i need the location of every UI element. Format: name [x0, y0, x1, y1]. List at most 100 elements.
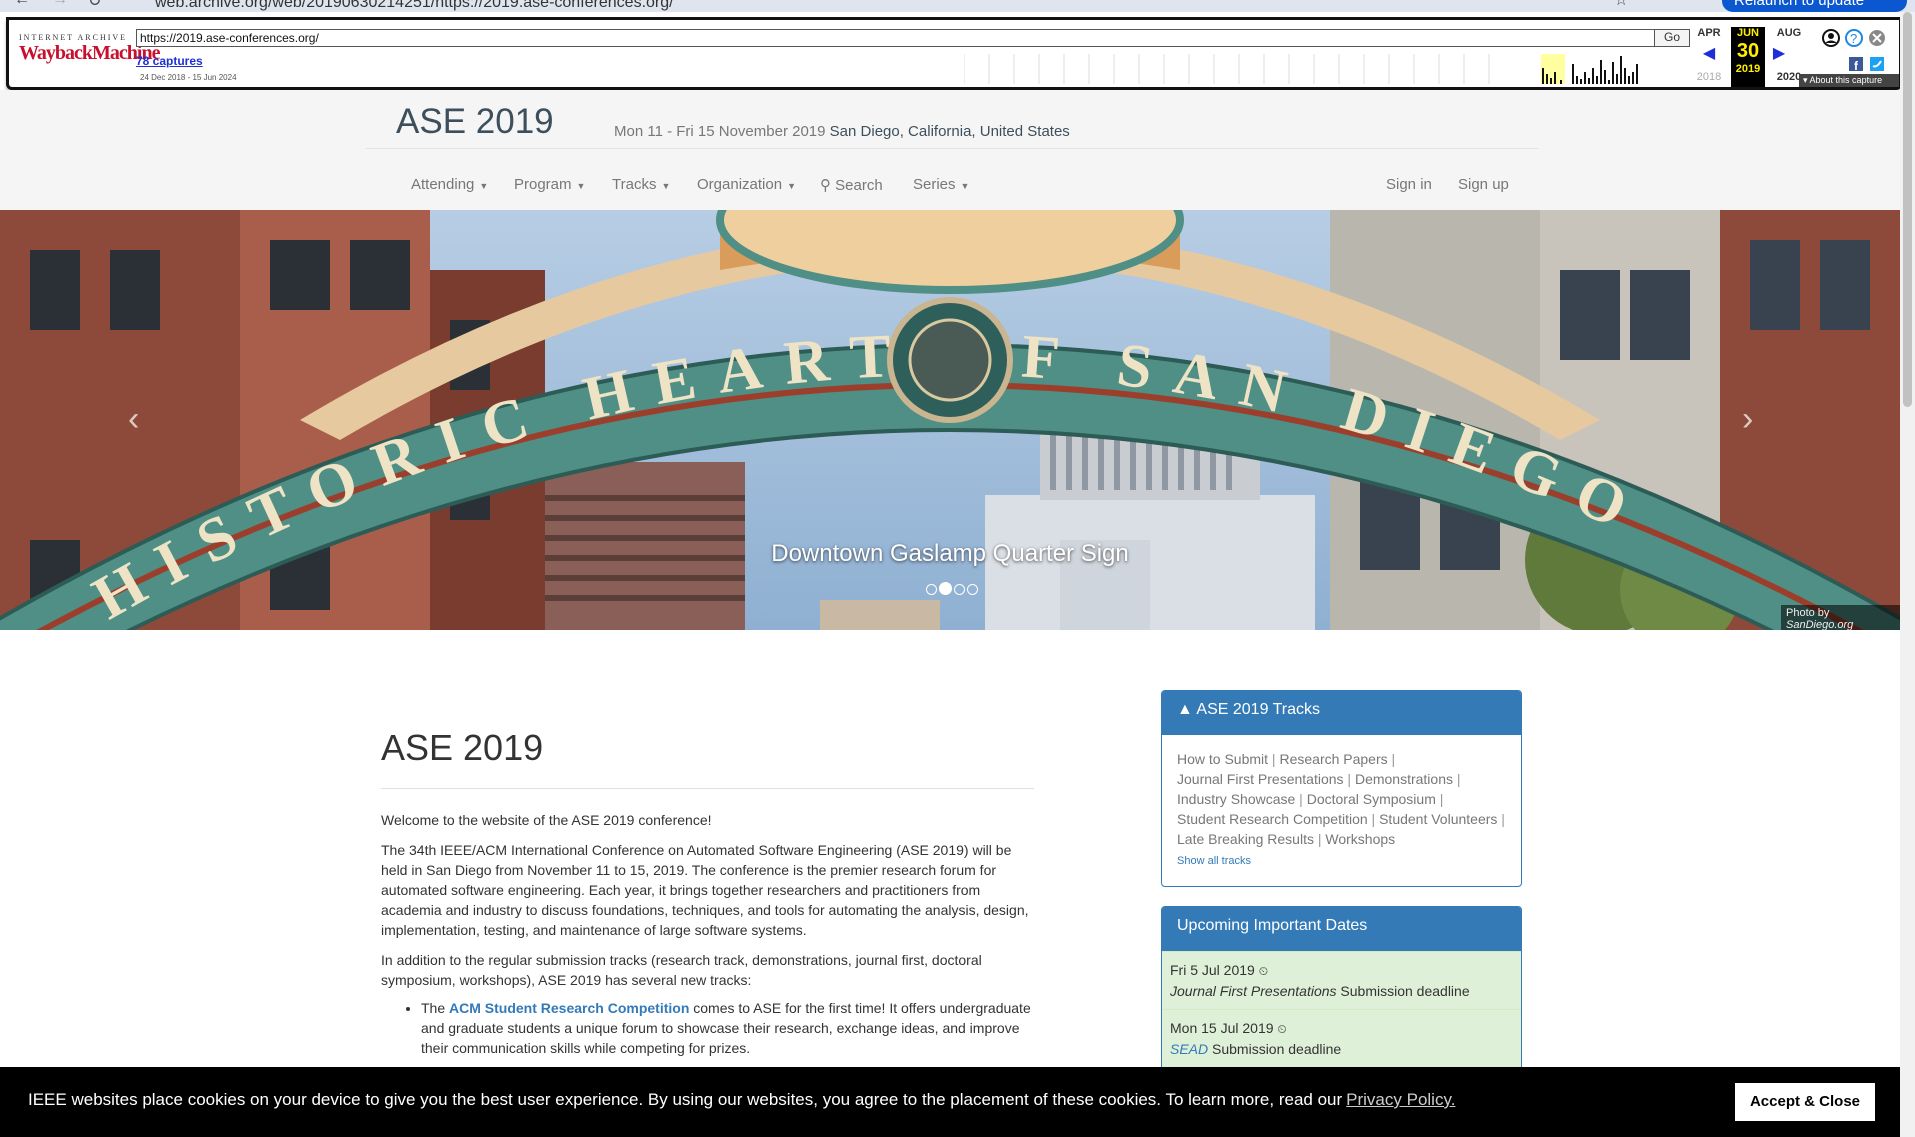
- track-link-doctoral-symposium[interactable]: Doctoral Symposium: [1307, 791, 1436, 807]
- dates-panel-header: Upcoming Important Dates: [1162, 907, 1521, 951]
- track-link-src[interactable]: Student Research Competition: [1177, 811, 1368, 827]
- reload-icon[interactable]: ↻: [88, 0, 101, 11]
- captures-link[interactable]: 78 captures: [136, 54, 203, 68]
- deadline-date: Mon 15 Jul 2019: [1170, 1020, 1274, 1036]
- welcome-text: Welcome to the website of the ASE 2019 c…: [381, 812, 712, 828]
- photo-credit-label: Photo by: [1786, 607, 1830, 619]
- scrollbar-thumb[interactable]: [1903, 12, 1912, 407]
- browser-toolbar: ← → ↻ web.archive.org/web/20190630214251…: [0, 0, 1915, 12]
- wayback-toolbar: INTERNET ARCHIVE WaybackMachine Go 78 ca…: [6, 17, 1902, 90]
- photo-credit: Photo by SanDiego.org: [1781, 605, 1900, 630]
- deadline-track-link[interactable]: SEAD: [1170, 1041, 1208, 1057]
- forward-arrow-icon[interactable]: →: [52, 0, 68, 9]
- deadline-label: Submission deadline: [1212, 1041, 1342, 1057]
- cookie-message-text: IEEE websites place cookies on your devi…: [28, 1090, 1343, 1109]
- acm-src-link[interactable]: ACM Student Research Competition: [449, 1000, 689, 1016]
- capture-sparkline[interactable]: [964, 54, 1684, 84]
- carousel-indicator[interactable]: [926, 584, 937, 595]
- carousel-prev-chevron-icon[interactable]: ‹: [128, 400, 139, 439]
- road-icon: ▲: [1177, 701, 1193, 718]
- nav-program-label: Program: [514, 176, 572, 193]
- cookie-banner: IEEE websites place cookies on your devi…: [0, 1067, 1900, 1137]
- nav-signup[interactable]: Sign up: [1458, 176, 1509, 193]
- about-capture-button[interactable]: ▾ About this capture: [1799, 74, 1899, 87]
- track-link-late-breaking[interactable]: Late Breaking Results: [1177, 831, 1314, 847]
- nav-attending[interactable]: Attending ▼: [411, 176, 488, 193]
- track-link-journal-first[interactable]: Journal First Presentations: [1177, 771, 1344, 787]
- track-link-demonstrations[interactable]: Demonstrations: [1355, 771, 1453, 787]
- site-title[interactable]: ASE 2019: [396, 102, 554, 142]
- track-link-industry-showcase[interactable]: Industry Showcase: [1177, 791, 1295, 807]
- conference-date-range: Mon 11 - Fri 15 November 2019: [614, 123, 826, 140]
- capture-date-range: 24 Dec 2018 - 15 Jun 2024: [140, 73, 237, 82]
- next-capture-arrow-icon[interactable]: ▶: [1769, 43, 1789, 63]
- account-icon[interactable]: [1822, 29, 1840, 47]
- accept-close-button[interactable]: Accept & Close: [1735, 1083, 1875, 1121]
- track-link-student-volunteers[interactable]: Student Volunteers: [1379, 811, 1497, 827]
- current-day: 30: [1736, 40, 1760, 62]
- current-month: JUN: [1736, 27, 1759, 39]
- nav-organization[interactable]: Organization ▼: [697, 176, 796, 193]
- help-icon[interactable]: ?: [1845, 29, 1863, 47]
- bookmark-star-icon[interactable]: ☆: [1614, 0, 1628, 10]
- facebook-icon[interactable]: f: [1849, 57, 1863, 73]
- hero-carousel: HISTORIC HEART OF SAN DIEGO ‹ › Downtown…: [0, 210, 1900, 630]
- relaunch-button[interactable]: Relaunch to update: [1722, 0, 1907, 12]
- cookie-message: IEEE websites place cookies on your devi…: [28, 1090, 1455, 1110]
- prev-year: 2018: [1696, 71, 1722, 83]
- nav-organization-label: Organization: [697, 176, 783, 193]
- track-link-research-papers[interactable]: Research Papers: [1279, 751, 1387, 767]
- nav-signin[interactable]: Sign in: [1386, 176, 1432, 193]
- carousel-indicators: [926, 582, 980, 596]
- conference-dates: Mon 11 - Fri 15 November 2019 San Diego,…: [614, 123, 1070, 140]
- nav-tracks-label: Tracks: [612, 176, 657, 193]
- wayback-url-input[interactable]: [136, 29, 1656, 47]
- nav-search-label: Search: [835, 177, 883, 194]
- back-arrow-icon[interactable]: ←: [14, 0, 30, 9]
- deadline-label: Submission deadline: [1340, 983, 1470, 999]
- close-icon[interactable]: [1869, 30, 1885, 46]
- privacy-policy-link[interactable]: Privacy Policy.: [1346, 1090, 1455, 1109]
- prev-month[interactable]: APR: [1691, 27, 1727, 39]
- carousel-indicator[interactable]: [967, 584, 978, 595]
- new-tracks-list: The ACM Student Research Competition com…: [421, 998, 1041, 1058]
- track-link-how-to-submit[interactable]: How to Submit: [1177, 751, 1268, 767]
- intro-paragraph: The 34th IEEE/ACM International Conferen…: [381, 842, 1029, 938]
- page-heading: ASE 2019: [381, 727, 544, 768]
- conference-location: San Diego, California, United States: [829, 123, 1070, 140]
- current-capture-date: JUN 30 2019: [1731, 27, 1765, 87]
- address-bar[interactable]: web.archive.org/web/20190630214251/https…: [155, 0, 674, 12]
- main-content: ASE 2019 Welcome to the website of the A…: [0, 630, 1900, 1076]
- carousel-indicator-active[interactable]: [939, 582, 952, 595]
- tracks-intro-paragraph: In addition to the regular submission tr…: [381, 952, 982, 988]
- go-button[interactable]: Go: [1654, 29, 1690, 47]
- header-divider: [366, 148, 1538, 149]
- date-row: Mon 15 Jul 2019 ⏲ SEAD Submission deadli…: [1162, 1009, 1521, 1067]
- caret-down-icon: ▼: [787, 181, 796, 191]
- nav-series[interactable]: Series ▼: [913, 176, 969, 193]
- nav-tracks[interactable]: Tracks ▼: [612, 176, 670, 193]
- page-scrollbar[interactable]: [1900, 12, 1915, 1137]
- caret-down-icon: ▼: [661, 181, 671, 191]
- next-month[interactable]: AUG: [1771, 27, 1807, 39]
- photo-credit-source: SanDiego.org: [1786, 619, 1854, 630]
- wayback-logo[interactable]: INTERNET ARCHIVE WaybackMachine: [19, 33, 160, 64]
- carousel-indicator[interactable]: [954, 584, 965, 595]
- show-all-tracks-link[interactable]: Show all tracks: [1177, 855, 1251, 867]
- bullet-text: The: [421, 1000, 446, 1016]
- nav-program[interactable]: Program ▼: [514, 176, 585, 193]
- twitter-icon[interactable]: [1870, 57, 1884, 71]
- caret-down-icon: ▼: [960, 181, 970, 191]
- tracks-panel-header: ▲ ASE 2019 Tracks: [1162, 691, 1521, 735]
- site-header: ASE 2019 Mon 11 - Fri 15 November 2019 S…: [0, 90, 1915, 210]
- carousel-next-chevron-icon[interactable]: ›: [1742, 400, 1753, 439]
- track-link-workshops[interactable]: Workshops: [1325, 831, 1395, 847]
- wayback-logo-main: WaybackMachine: [19, 42, 160, 64]
- tracks-panel-body: How to Submit | Research Papers | Journa…: [1177, 751, 1505, 867]
- deadline-track[interactable]: Journal First Presentations: [1170, 983, 1337, 999]
- prev-capture-arrow-icon[interactable]: ◀: [1691, 43, 1727, 63]
- nav-search[interactable]: ⚲ Search: [820, 176, 883, 194]
- wayback-logo-top: INTERNET ARCHIVE: [19, 33, 128, 42]
- capture-calendar: APR ◀ 2018 JUN 30 2019 AUG ▶ 2020: [1691, 27, 1809, 87]
- tracks-panel-title: ASE 2019 Tracks: [1196, 701, 1321, 718]
